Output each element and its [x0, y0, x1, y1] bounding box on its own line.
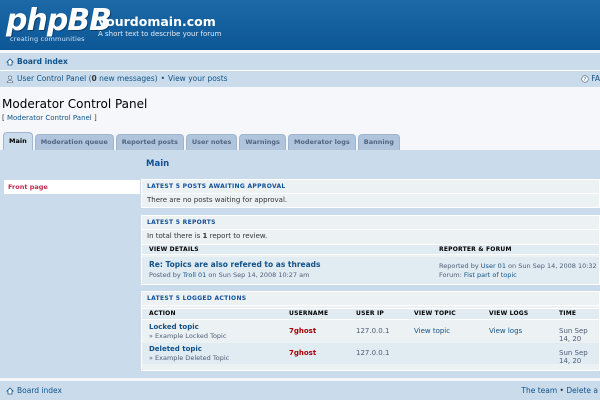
log-action-detail[interactable]: » Example Deleted Topic	[149, 354, 229, 362]
tab-warnings[interactable]: Warnings	[239, 134, 286, 150]
sidebar-item-front-page[interactable]: Front page	[8, 183, 48, 191]
team-link[interactable]: The team	[521, 386, 557, 395]
ucp-link[interactable]: User Control Panel (0 new messages)	[17, 74, 158, 83]
phpbb-logo[interactable]: phpBB creating communities	[6, 3, 112, 45]
log-username[interactable]: 7ghost	[289, 349, 316, 357]
log-user-ip: 127.0.0.1	[356, 349, 390, 357]
report-reporter-link[interactable]: User 01	[481, 262, 506, 270]
reports-header-row: VIEW DETAILS REPORTER & FORUM	[142, 244, 599, 255]
log-time: Sun Sep 14, 20	[559, 349, 588, 365]
report-row: Re: Topics are also refered to as thread…	[142, 257, 599, 284]
user-icon	[6, 75, 14, 83]
nav-divider	[0, 70, 600, 71]
faq-link[interactable]: ? FA	[581, 74, 600, 83]
reports-summary: In total there is 1 report to review.	[147, 232, 268, 240]
reports-heading: LATEST 5 REPORTS	[147, 219, 216, 226]
awaiting-heading: LATEST 5 POSTS AWAITING APPROVAL	[147, 183, 286, 190]
report-forum-info: Forum: Fist part of topic	[439, 271, 517, 279]
report-posted-info: Posted by Troll 01 on Sun Sep 14, 2008 1…	[149, 271, 310, 279]
reports-count: 1	[202, 232, 208, 240]
log-user-ip: 127.0.0.1	[356, 327, 390, 335]
log-view-logs-link[interactable]: View logs	[489, 327, 522, 335]
tab-main[interactable]: Main	[3, 132, 33, 150]
col-view-topic: VIEW TOPIC	[414, 310, 456, 317]
board-index-link[interactable]: Board index	[6, 57, 68, 66]
mcp-panel: Front page Main LATEST 5 POSTS AWAITING …	[0, 150, 600, 378]
table-row: Locked topic » Example Locked Topic 7gho…	[142, 321, 599, 343]
view-posts-link[interactable]: View your posts	[168, 74, 228, 83]
mcp-sidebar: Front page	[4, 180, 140, 194]
log-action-detail[interactable]: » Example Locked Topic	[149, 332, 226, 340]
site-name: yourdomain.com	[98, 14, 216, 29]
site-description: A short text to describe your forum	[98, 30, 222, 38]
col-reporter-forum: REPORTER & FORUM	[439, 246, 512, 253]
home-icon	[6, 386, 14, 395]
col-username: USERNAME	[289, 310, 329, 317]
col-action: ACTION	[149, 310, 176, 317]
awaiting-approval-box: LATEST 5 POSTS AWAITING APPROVAL There a…	[141, 179, 600, 208]
footer-nav: Board index The team • Delete a	[0, 381, 600, 400]
tab-moderator-logs[interactable]: Moderator logs	[287, 134, 356, 150]
site-header: phpBB creating communities yourdomain.co…	[0, 0, 600, 50]
col-view-details: VIEW DETAILS	[149, 246, 199, 253]
reports-box: LATEST 5 REPORTS In total there is 1 rep…	[141, 215, 600, 285]
tab-reported-posts[interactable]: Reported posts	[115, 134, 184, 150]
logs-heading: LATEST 5 LOGGED ACTIONS	[147, 295, 247, 302]
tab-user-notes[interactable]: User notes	[185, 134, 238, 150]
delete-cookies-link[interactable]: Delete a	[566, 386, 598, 395]
new-messages-count: 0	[91, 74, 97, 83]
breadcrumb-mcp-link[interactable]: Moderator Control Panel	[7, 114, 92, 122]
log-action-link[interactable]: Locked topic	[149, 323, 199, 331]
page-title: Moderator Control Panel	[2, 97, 148, 111]
col-time: TIME	[559, 310, 577, 317]
log-action-link[interactable]: Deleted topic	[149, 345, 202, 353]
log-view-topic-link[interactable]: View topic	[414, 327, 450, 335]
tab-banning[interactable]: Banning	[357, 134, 400, 150]
faq-icon: ?	[581, 74, 589, 83]
log-username[interactable]: 7ghost	[289, 327, 316, 335]
svg-text:?: ?	[584, 77, 587, 83]
logged-actions-box: LATEST 5 LOGGED ACTIONS ACTION USERNAME …	[141, 291, 600, 371]
faq-label: FA	[591, 74, 600, 83]
footer-links: The team • Delete a	[521, 386, 598, 395]
user-links: User Control Panel (0 new messages) • Vi…	[6, 74, 228, 83]
navbar: Board index User Control Panel (0 new me…	[0, 53, 600, 87]
footer-separator: •	[559, 386, 564, 395]
home-icon	[6, 57, 14, 66]
awaiting-empty-text: There are no posts waiting for approval.	[147, 196, 288, 204]
report-title-link[interactable]: Re: Topics are also refered to as thread…	[149, 260, 321, 269]
col-user-ip: USER IP	[356, 310, 385, 317]
tab-moderation-queue[interactable]: Moderation queue	[34, 134, 114, 150]
logo-text: phpBB	[6, 3, 112, 38]
main-title: Main	[146, 159, 170, 169]
mcp-tabs: Main Moderation queue Reported posts Use…	[3, 132, 400, 150]
logo-tagline: creating communities	[10, 35, 85, 43]
table-row: Deleted topic » Example Deleted Topic 7g…	[142, 343, 599, 365]
board-index-label: Board index	[17, 57, 68, 66]
logs-header-row: ACTION USERNAME USER IP VIEW TOPIC VIEW …	[142, 308, 599, 320]
footer-board-index-link[interactable]: Board index	[6, 386, 62, 395]
breadcrumb: [ Moderator Control Panel ]	[2, 114, 97, 122]
report-reported-info: Reported by User 01 on Sun Sep 14, 2008 …	[439, 262, 597, 270]
report-forum-link[interactable]: Fist part of topic	[464, 271, 517, 279]
log-time: Sun Sep 14, 20	[559, 327, 588, 343]
footer-board-index-label: Board index	[17, 386, 62, 395]
report-poster-link[interactable]: Troll 01	[183, 271, 206, 279]
nav-separator: •	[160, 74, 166, 83]
col-view-logs: VIEW LOGS	[489, 310, 529, 317]
